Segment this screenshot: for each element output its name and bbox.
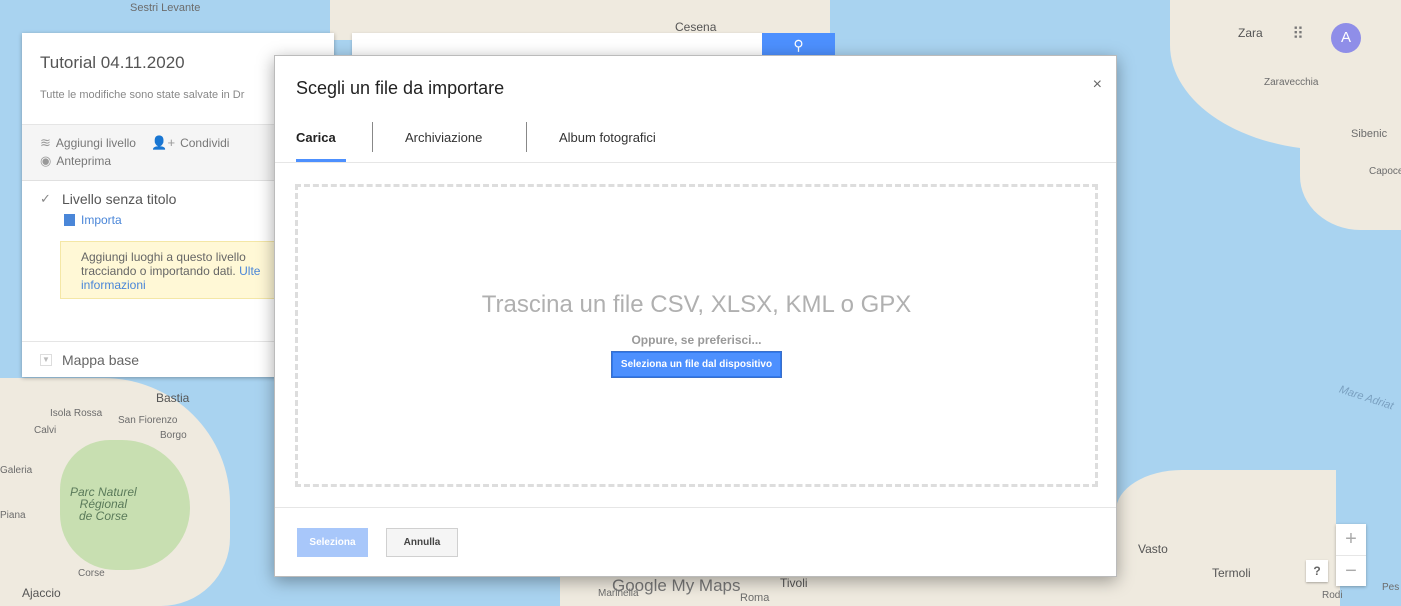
add-person-icon: 👤+ (151, 135, 176, 150)
file-import-icon (64, 214, 75, 226)
preview-label: Anteprima (56, 154, 112, 168)
map-label: Mare Adriat (1337, 383, 1395, 413)
map-label: Termoli (1212, 566, 1251, 580)
preview-button[interactable]: ◉ Anteprima (40, 152, 111, 170)
search-input[interactable] (352, 33, 764, 57)
select-file-from-device-button[interactable]: Seleziona un file dal dispositivo (610, 351, 783, 378)
map-label: Vasto (1138, 542, 1168, 556)
map-label: Borgo (160, 430, 187, 441)
map-label: Pes (1382, 582, 1400, 593)
zoom-in-button[interactable]: + (1336, 524, 1366, 555)
share-button[interactable]: 👤+ Condividi (151, 134, 229, 152)
zoom-controls: + − (1336, 524, 1366, 586)
map-label: Ajaccio (22, 586, 61, 600)
close-icon[interactable]: × (1093, 76, 1102, 94)
tab-divider (526, 122, 527, 152)
dialog-tabs: Carica Archiviazione Album fotografici (296, 120, 1116, 162)
hint-text: Aggiungi luoghi a questo livello traccia… (81, 250, 246, 278)
or-text: Oppure, se preferisci... (631, 333, 762, 347)
basemap-label: Mappa base (62, 351, 140, 368)
help-button[interactable]: ? (1306, 560, 1328, 582)
search-icon: ⚲ (793, 37, 804, 53)
dropzone-text: Trascina un file CSV, XLSX, KML o GPX (481, 291, 912, 318)
map-label: Sibenic (1351, 128, 1388, 140)
map-label: Roma (740, 592, 770, 604)
import-dialog: Scegli un file da importare × Carica Arc… (274, 55, 1117, 577)
map-label: Parc Naturel Régional de Corse (70, 485, 137, 523)
zoom-out-button[interactable]: − (1336, 555, 1366, 586)
layers-icon: ≋ (40, 135, 51, 150)
map-label: Piana (0, 510, 26, 521)
land-italy-east (1116, 470, 1336, 606)
map-label: Galeria (0, 465, 33, 476)
add-layer-button[interactable]: ≋ Aggiungi livello (40, 134, 136, 152)
tab-divider-line (275, 162, 1116, 163)
tab-upload[interactable]: Carica (296, 120, 346, 162)
tab-storage[interactable]: Archiviazione (405, 120, 495, 162)
map-label: Isola Rossa (50, 408, 103, 419)
map-label: San Fiorenzo (118, 415, 178, 426)
avatar[interactable]: A (1331, 23, 1361, 53)
file-dropzone[interactable]: Trascina un file CSV, XLSX, KML o GPX Op… (295, 184, 1098, 487)
layer-name[interactable]: Livello senza titolo (62, 191, 176, 207)
apps-grid-icon[interactable]: ⠿ (1287, 24, 1309, 46)
map-label: Zaravecchia (1264, 77, 1319, 88)
google-my-maps-logo: Google My Maps (612, 576, 741, 595)
learn-more-link[interactable]: Ulte (239, 264, 260, 278)
map-label: Corse (78, 568, 105, 579)
map-label: Calvi (34, 425, 57, 436)
map-label: Sestri Levante (130, 2, 201, 14)
map-label: Tivoli (780, 576, 808, 590)
footer-divider (275, 507, 1116, 508)
select-button[interactable]: Seleziona (297, 528, 368, 557)
add-layer-label: Aggiungi livello (55, 136, 136, 150)
tab-divider (372, 122, 373, 152)
eye-icon: ◉ (40, 153, 52, 168)
expand-arrow-icon[interactable]: ▼ (40, 353, 52, 366)
cancel-button[interactable]: Annulla (386, 528, 458, 557)
map-label: Bastia (156, 391, 190, 405)
map-label: Zara (1238, 26, 1263, 40)
map-label: Capoce (1369, 166, 1401, 177)
search-button[interactable]: ⚲ (762, 33, 835, 57)
tab-photo-albums[interactable]: Album fotografici (559, 120, 656, 162)
learn-more-link-continued[interactable]: informazioni (81, 278, 146, 292)
dialog-title: Scegli un file da importare (296, 78, 505, 98)
checkbox-icon[interactable]: ✓ (40, 192, 54, 206)
map-label: Rodi (1322, 590, 1343, 601)
import-label: Importa (81, 213, 122, 227)
land-croatia-coast (1300, 140, 1401, 230)
map-label: Cesena (675, 20, 717, 34)
layer-hint: Aggiungi luoghi a questo livello traccia… (60, 241, 300, 299)
share-label: Condividi (180, 136, 230, 150)
